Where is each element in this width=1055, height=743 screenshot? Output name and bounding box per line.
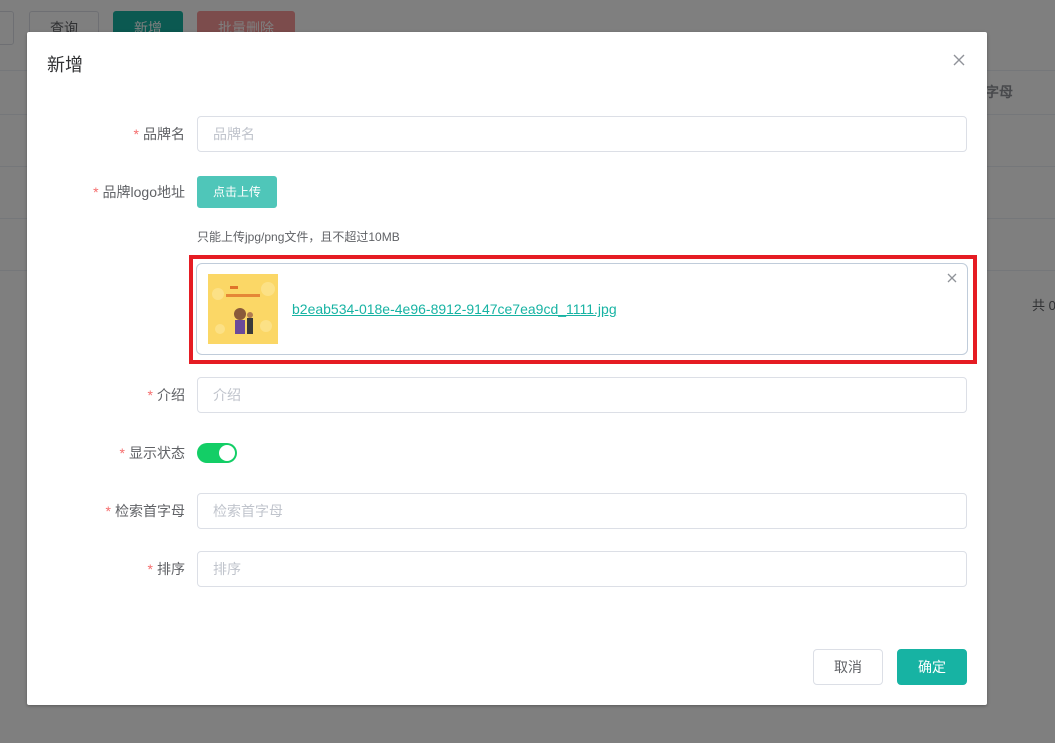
first-letter-label: * 检索首字母	[105, 503, 185, 519]
show-status-label: * 显示状态	[119, 445, 185, 461]
sort-input[interactable]	[197, 551, 967, 587]
file-thumbnail	[208, 274, 278, 344]
confirm-button[interactable]: 确定	[897, 649, 967, 685]
close-icon[interactable]	[951, 52, 967, 68]
switch-knob	[219, 445, 235, 461]
cancel-button[interactable]: 取消	[813, 649, 883, 685]
brand-name-label: * 品牌名	[133, 126, 185, 142]
upload-button[interactable]: 点击上传	[197, 176, 277, 208]
dialog-title: 新增	[47, 55, 83, 75]
show-status-switch[interactable]	[197, 443, 237, 463]
intro-input[interactable]	[197, 377, 967, 413]
first-letter-input[interactable]	[197, 493, 967, 529]
remove-file-icon[interactable]	[946, 271, 958, 283]
uploaded-file-item: b2eab534-018e-4e96-8912-9147ce7ea9cd_111…	[196, 263, 968, 355]
sort-label: * 排序	[147, 561, 185, 577]
file-name-link[interactable]: b2eab534-018e-4e96-8912-9147ce7ea9cd_111…	[292, 301, 617, 317]
add-brand-dialog: 新增 *品牌名 *品牌logo地址 点击上传 只能上传jpg/png文件，且不超…	[27, 32, 987, 705]
intro-label: * 介绍	[147, 387, 185, 403]
brand-name-input[interactable]	[197, 116, 967, 152]
logo-label: * 品牌logo地址	[93, 184, 185, 200]
upload-tip: 只能上传jpg/png文件，且不超过10MB	[197, 230, 400, 244]
